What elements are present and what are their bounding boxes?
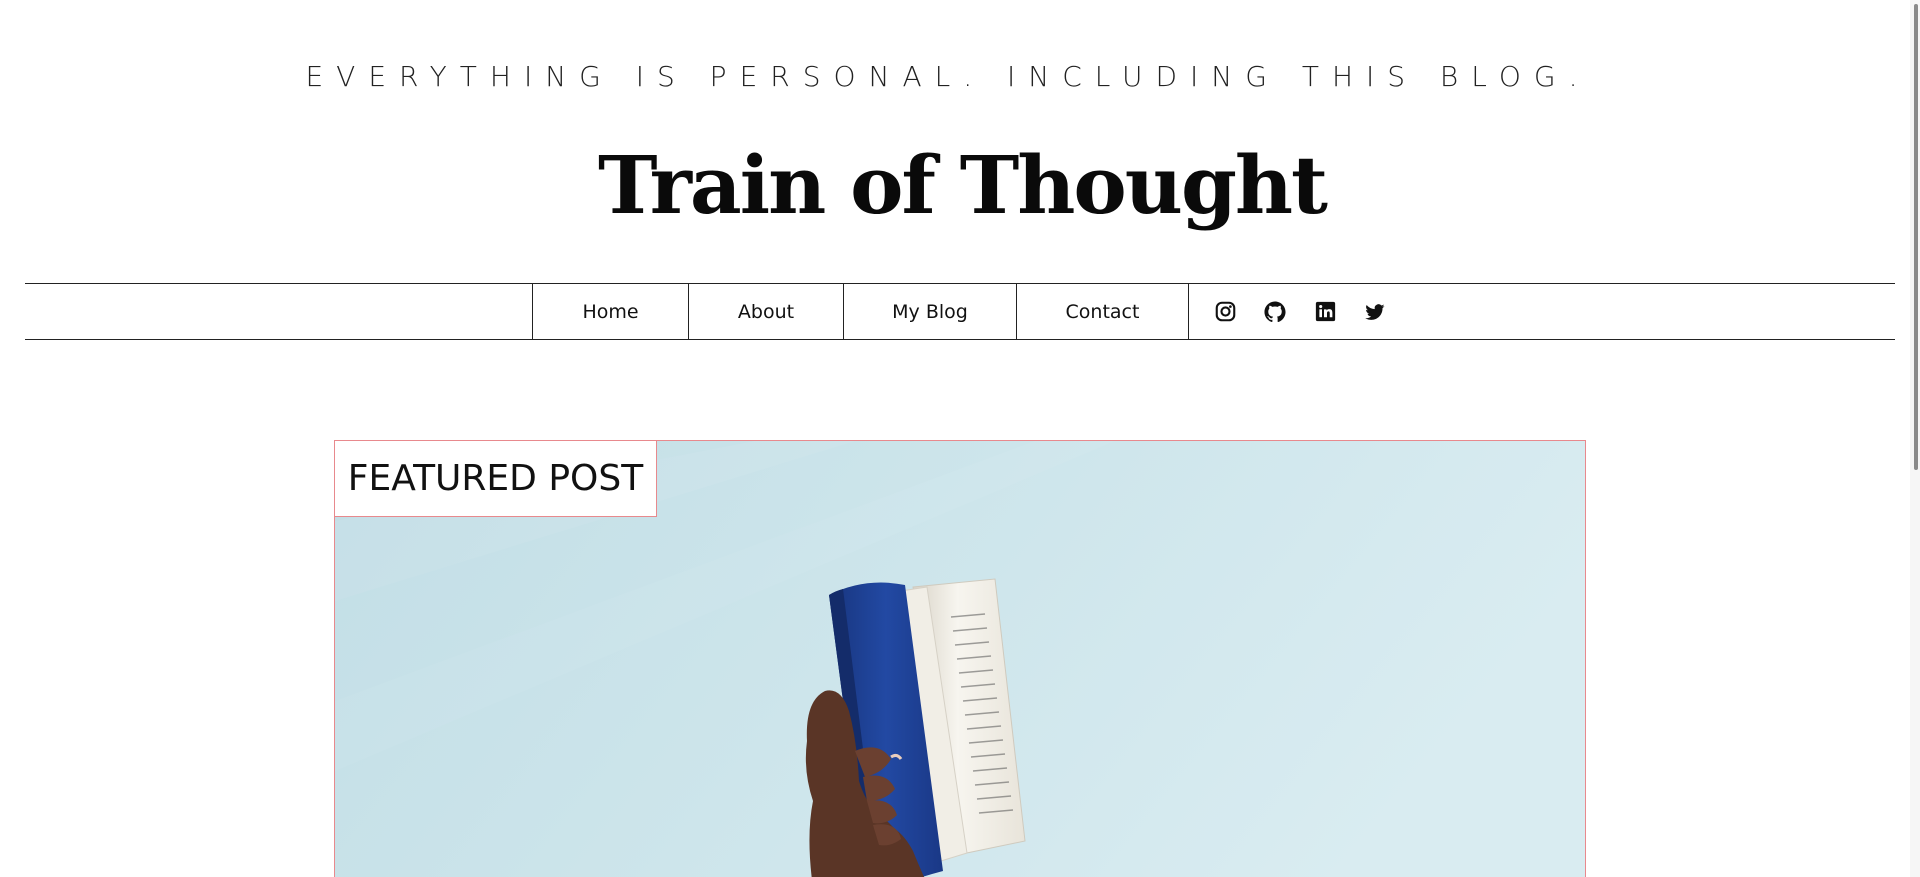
linkedin-icon[interactable]	[1313, 300, 1337, 324]
github-icon[interactable]	[1263, 300, 1287, 324]
twitter-icon[interactable]	[1363, 300, 1387, 324]
vertical-scrollbar[interactable]	[1910, 0, 1920, 877]
nav-item-contact[interactable]: Contact	[1016, 284, 1189, 339]
featured-post-label: FEATURED POST	[335, 441, 657, 517]
featured-post-card[interactable]: FEATURED POST	[334, 440, 1586, 877]
nav-item-about[interactable]: About	[688, 284, 843, 339]
site-tagline: EVERYTHING IS PERSONAL. INCLUDING THIS B…	[305, 60, 1591, 93]
nav-bar: Home About My Blog Contact	[25, 283, 1895, 340]
site-title[interactable]: Train of Thought	[0, 138, 1920, 232]
nav-item-my-blog[interactable]: My Blog	[843, 284, 1016, 339]
nav-item-home[interactable]: Home	[532, 284, 688, 339]
social-links	[1213, 284, 1387, 339]
instagram-icon[interactable]	[1213, 300, 1237, 324]
page: EVERYTHING IS PERSONAL. INCLUDING THIS B…	[0, 0, 1920, 877]
scrollbar-thumb[interactable]	[1914, 4, 1918, 470]
